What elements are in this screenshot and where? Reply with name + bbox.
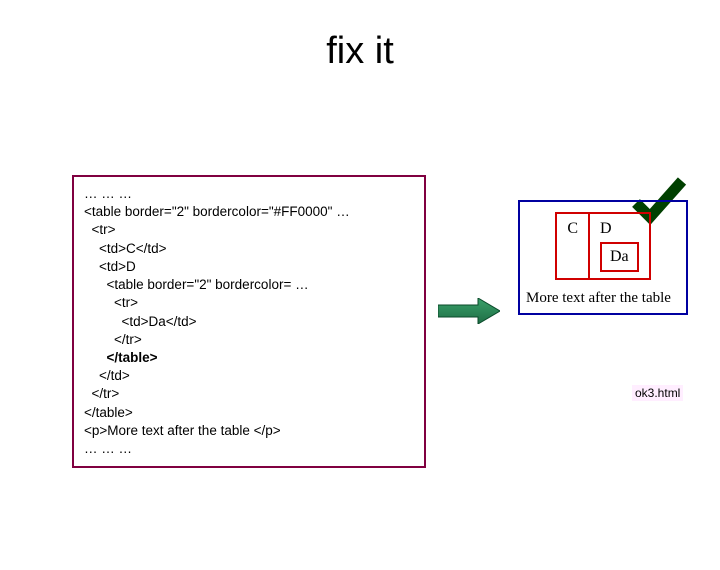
code-line: <td>Da</td> <box>84 314 197 329</box>
filename-label: ok3.html <box>632 385 683 401</box>
code-line: <td>D <box>84 259 136 274</box>
rendered-inner-table: Da <box>600 242 639 272</box>
cell-c: C <box>556 213 589 279</box>
arrow-icon <box>438 298 500 324</box>
code-line: <p>More text after the table </p> <box>84 423 281 438</box>
code-line: <tr> <box>84 222 116 237</box>
code-line: </tr> <box>84 332 142 347</box>
code-line: </td> <box>84 368 130 383</box>
code-line: <table border="2" bordercolor="#FF0000" … <box>84 204 350 219</box>
code-line-highlight: </table> <box>84 350 158 365</box>
slide-title: fix it <box>0 30 720 73</box>
result-caption: More text after the table <box>526 290 680 307</box>
cell-d-label: D <box>600 220 612 237</box>
rendered-outer-table: C D Da <box>555 212 650 280</box>
code-line: … … … <box>84 441 132 456</box>
code-line: </tr> <box>84 386 119 401</box>
cell-da: Da <box>601 243 638 271</box>
code-box: … … … <table border="2" bordercolor="#FF… <box>72 175 426 468</box>
code-line: <tr> <box>84 295 138 310</box>
code-line: … … … <box>84 186 132 201</box>
cell-d: D Da <box>589 213 650 279</box>
code-line: <table border="2" bordercolor= … <box>84 277 309 292</box>
code-line: <td>C</td> <box>84 241 167 256</box>
code-line: </table> <box>84 405 133 420</box>
result-preview: C D Da More text after the table <box>518 200 688 315</box>
